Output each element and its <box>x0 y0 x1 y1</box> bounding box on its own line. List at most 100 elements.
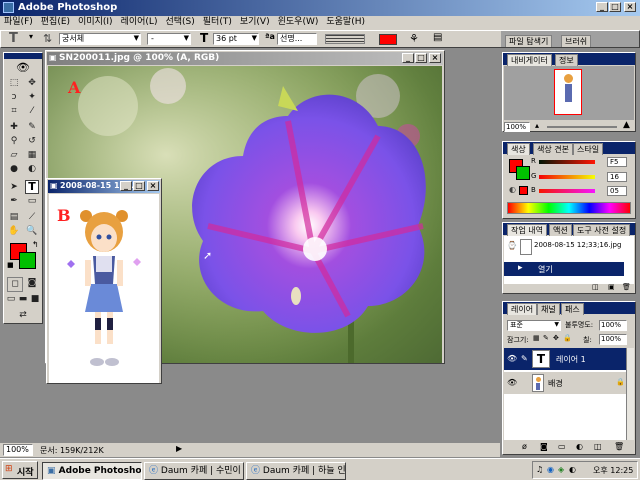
gamut-color-swatch[interactable] <box>519 186 528 195</box>
tab-channels[interactable]: 채널 <box>537 303 560 315</box>
start-button[interactable]: ⊞ 시작 <box>2 461 38 479</box>
crop-tool-icon[interactable]: ⌗ <box>7 105 21 118</box>
lock-transparency-icon[interactable]: ▦ <box>533 334 540 342</box>
lasso-tool-icon[interactable]: ↄ <box>7 91 21 104</box>
new-snapshot-icon[interactable]: ▣ <box>608 283 615 291</box>
eyedropper-icon[interactable]: ⟋ <box>25 211 39 224</box>
menu-layer[interactable]: 레이어(L) <box>117 16 162 29</box>
task-daum-1[interactable]: ⓔ Daum 카페 | 수민이 ... <box>144 462 244 480</box>
navigator-preview[interactable] <box>504 66 634 120</box>
layers-scrollbar[interactable] <box>626 348 634 440</box>
font-style-select[interactable]: - ▼ <box>147 33 191 45</box>
background-color-swatch[interactable] <box>19 252 36 269</box>
color-bg-swatch[interactable] <box>516 166 530 180</box>
task-photoshop[interactable]: ▣ Adobe Photoshop <box>42 462 142 480</box>
zoom-tool-icon[interactable]: 🔍 <box>25 225 39 238</box>
lock-brush-icon[interactable]: ✎ <box>543 334 549 342</box>
eraser-tool-icon[interactable]: ▱ <box>7 149 21 162</box>
trash-icon[interactable]: 🗑 <box>622 283 631 291</box>
tab-history[interactable]: 작업 내역 <box>507 224 547 236</box>
navigator-zoom-slider[interactable] <box>547 126 617 128</box>
brush-tool-icon[interactable]: ✎ <box>25 121 39 134</box>
dodge-tool-icon[interactable]: ◐ <box>25 163 39 176</box>
task-daum-2[interactable]: ⓔ Daum 카페 | 하늘 인... <box>246 462 346 480</box>
swap-colors-icon[interactable]: ↰ <box>32 240 39 249</box>
tab-navigator[interactable]: 내비게이터 <box>507 54 552 66</box>
layer-row-text[interactable]: 👁 ✎ T 레이어 1 <box>504 348 626 370</box>
close-button[interactable]: × <box>624 2 636 12</box>
move-tool-icon[interactable]: ✥ <box>25 77 39 90</box>
doc-close-button[interactable]: × <box>429 53 441 63</box>
menu-filter[interactable]: 필터(T) <box>199 16 236 29</box>
antialias-select[interactable]: 선명... <box>277 33 317 45</box>
tab-file-browser[interactable]: 파일 탐색기 <box>505 35 553 47</box>
screen-mode-full-icon[interactable]: ■ <box>29 293 41 306</box>
zoom-in-icon[interactable]: ▲ <box>623 120 630 130</box>
sub-close-button[interactable]: × <box>147 181 159 191</box>
main-document-titlebar[interactable]: ▣ SN200011.jpg @ 100% (A, RGB) _ □ × <box>47 52 443 65</box>
standard-mode-icon[interactable]: ◻ <box>7 277 23 292</box>
font-size-select[interactable]: 36 pt ▼ <box>213 33 259 45</box>
b-slider[interactable] <box>539 189 595 193</box>
jump-to-imageready-icon[interactable]: ⇄ <box>16 309 30 322</box>
doc-minimize-button[interactable]: _ <box>402 53 414 63</box>
blur-tool-icon[interactable]: ● <box>7 163 21 176</box>
g-slider[interactable] <box>539 175 595 179</box>
history-step-row[interactable]: ▸ 열기 <box>504 262 624 276</box>
magic-wand-icon[interactable]: ✦ <box>25 91 39 104</box>
slice-tool-icon[interactable]: ⁄ <box>25 105 39 118</box>
tray-icon-1[interactable]: ♫ <box>536 465 543 474</box>
gradient-tool-icon[interactable]: ▦ <box>25 149 39 162</box>
text-tool-preset-icon[interactable]: T <box>9 31 18 46</box>
font-family-select[interactable]: 궁서체 ▼ <box>59 33 141 45</box>
status-menu-arrow-icon[interactable]: ▶ <box>176 444 182 453</box>
adjustment-layer-icon[interactable]: ◐ <box>576 442 583 451</box>
healing-brush-icon[interactable]: ✚ <box>7 121 21 134</box>
eye-icon[interactable]: 👁 <box>507 354 517 363</box>
zoom-out-icon[interactable]: ▴ <box>535 121 539 130</box>
notes-tool-icon[interactable]: ▤ <box>7 211 21 224</box>
hand-tool-icon[interactable]: ✋ <box>7 225 21 238</box>
lock-move-icon[interactable]: ✥ <box>553 334 559 342</box>
adobe-eye-icon[interactable]: 👁 <box>6 61 40 75</box>
layer-set-icon[interactable]: ▭ <box>558 442 566 451</box>
new-document-icon[interactable]: ◫ <box>592 283 599 291</box>
new-layer-icon[interactable]: ◫ <box>594 442 602 451</box>
history-snapshot-row[interactable]: ⌚ 2008-08-15 12;33;16.jpg <box>504 238 634 255</box>
palettes-icon[interactable]: ▤ <box>433 32 442 43</box>
zoom-field[interactable]: 100% <box>3 444 33 456</box>
b-value-field[interactable]: 05 <box>607 186 627 196</box>
opacity-field[interactable]: 100% <box>599 320 627 331</box>
tab-paths[interactable]: 패스 <box>561 303 584 315</box>
menu-file[interactable]: 파일(F) <box>0 16 37 29</box>
tab-swatches[interactable]: 색상 견본 <box>533 143 573 155</box>
stamp-tool-icon[interactable]: ⚲ <box>7 135 21 148</box>
delete-layer-icon[interactable]: 🗑 <box>614 442 624 451</box>
screen-mode-standard-icon[interactable]: ▭ <box>5 293 17 306</box>
tray-icon-4[interactable]: ◐ <box>569 465 576 474</box>
sub-maximize-button[interactable]: □ <box>133 181 145 191</box>
r-value-field[interactable]: F5 <box>607 157 627 167</box>
text-color-swatch[interactable] <box>379 34 397 45</box>
menu-help[interactable]: 도움말(H) <box>322 16 369 29</box>
tray-icon-2[interactable]: ◉ <box>547 465 554 474</box>
layer-row-background[interactable]: 👁 배경 🔒 <box>504 372 626 394</box>
history-brush-icon[interactable]: ↺ <box>25 135 39 148</box>
navigator-zoom-field[interactable]: 100% <box>504 122 530 132</box>
sub-minimize-button[interactable]: _ <box>120 181 132 191</box>
menu-edit[interactable]: 편집(E) <box>37 16 74 29</box>
tab-color[interactable]: 색상 <box>507 143 530 155</box>
path-select-icon[interactable]: ➤ <box>7 181 21 194</box>
tab-layers[interactable]: 레이어 <box>507 303 538 315</box>
tab-brushes[interactable]: 브러쉬 <box>561 35 592 47</box>
tab-info[interactable]: 정보 <box>555 54 578 66</box>
maximize-button[interactable]: □ <box>609 2 621 12</box>
minimize-button[interactable]: _ <box>596 2 608 12</box>
warp-text-icon[interactable]: ⚘ <box>409 32 419 45</box>
layer-style-icon[interactable]: ø <box>522 442 527 451</box>
color-spectrum-bar[interactable] <box>507 202 631 214</box>
blend-mode-select[interactable]: 표준 ▼ <box>507 320 561 331</box>
layer-mask-icon[interactable]: ◙ <box>540 442 548 451</box>
pen-tool-icon[interactable]: ✒ <box>7 195 21 208</box>
sub-document-titlebar[interactable]: ▣ 2008-08-15 12,... _ □ × <box>48 180 160 193</box>
